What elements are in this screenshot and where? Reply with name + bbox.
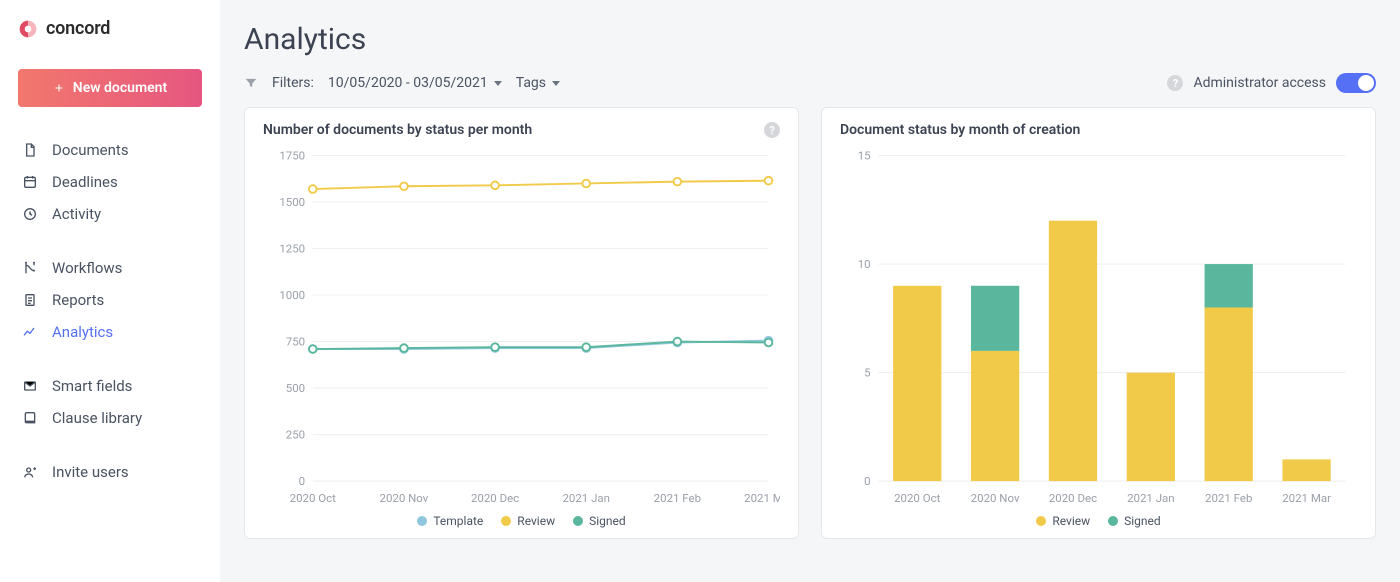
tags-filter[interactable]: Tags [516,75,560,91]
logo-icon [18,19,38,39]
sidebar-item-label: Workflows [52,259,122,277]
admin-label: Administrator access [1193,75,1326,91]
legend-swatch [501,516,511,526]
sidebar: concord New document Documents Deadlines… [0,0,220,582]
chart-line-icon [22,324,38,340]
invite-icon [22,464,38,480]
svg-text:500: 500 [286,381,305,395]
card-status-by-month: Document status by month of creation 0 5 1… [821,107,1376,539]
sidebar-item-deadlines[interactable]: Deadlines [12,167,208,197]
legend-label: Signed [1124,514,1161,528]
card-docs-by-status: Number of documents by status per month … [244,107,799,539]
nav: Documents Deadlines Activity Workflows [12,135,208,507]
smart-fields-icon [22,378,38,394]
sidebar-item-reports[interactable]: Reports [12,285,208,315]
legend-swatch [1036,516,1046,526]
sidebar-item-label: Smart fields [52,377,132,395]
svg-text:5: 5 [864,365,870,379]
legend: Template Review Signed [263,514,780,528]
calendar-icon [22,174,38,190]
sidebar-item-label: Clause library [52,409,142,427]
svg-text:0: 0 [299,474,305,488]
chevron-down-icon [552,81,560,86]
sidebar-item-analytics[interactable]: Analytics [12,317,208,347]
legend-item[interactable]: Signed [573,514,626,528]
svg-text:10: 10 [858,257,871,271]
card-title: Number of documents by status per month [263,122,532,138]
sidebar-item-invite-users[interactable]: Invite users [12,457,208,487]
new-document-button[interactable]: New document [18,69,202,107]
plus-icon [53,82,65,94]
legend-swatch [573,516,583,526]
svg-text:2021 Jan: 2021 Jan [562,491,610,505]
sidebar-item-activity[interactable]: Activity [12,199,208,229]
legend-item[interactable]: Template [417,514,483,528]
page-title: Analytics [244,22,1376,57]
help-icon[interactable]: ? [764,122,780,138]
svg-text:2020 Nov: 2020 Nov [380,491,429,505]
sidebar-item-label: Reports [52,291,104,309]
svg-text:2021 Feb: 2021 Feb [1205,491,1252,505]
svg-text:2021 Feb: 2021 Feb [654,491,701,505]
admin-toggle[interactable] [1336,73,1376,93]
tags-label: Tags [516,75,546,91]
svg-text:0: 0 [864,474,870,488]
admin-access: ? Administrator access [1167,73,1376,93]
line-chart: 0 250 500 750 1000 1250 1500 1750 2020 Oct 2020 N… [263,146,780,510]
sidebar-item-label: Deadlines [52,173,118,191]
clock-icon [22,206,38,222]
svg-text:750: 750 [286,334,305,348]
svg-text:2020 Dec: 2020 Dec [1049,491,1097,505]
svg-text:15: 15 [858,148,871,162]
file-icon [22,142,38,158]
brand-name: concord [46,18,110,39]
sidebar-item-clause-library[interactable]: Clause library [12,403,208,433]
legend-item[interactable]: Signed [1108,514,1161,528]
filter-icon [244,76,258,90]
logo: concord [18,18,208,39]
branch-icon [22,260,38,276]
main: Analytics Filters: 10/05/2020 - 03/05/20… [220,0,1400,582]
sidebar-item-workflows[interactable]: Workflows [12,253,208,283]
svg-text:1750: 1750 [279,148,305,162]
bar-chart: 0 5 10 15 2020 Oct 2020 Nov 2020 Dec 2021 Jan 20… [840,146,1357,510]
sidebar-item-documents[interactable]: Documents [12,135,208,165]
svg-text:2020 Nov: 2020 Nov [971,491,1020,505]
sidebar-item-label: Invite users [52,463,129,481]
library-icon [22,410,38,426]
clipboard-icon [22,292,38,308]
svg-text:2021 Mar: 2021 Mar [744,491,780,505]
svg-text:1250: 1250 [279,241,305,255]
legend-item[interactable]: Review [1036,514,1090,528]
filters-label: Filters: [272,75,314,91]
chevron-down-icon [494,81,502,86]
help-icon[interactable]: ? [1167,75,1183,91]
legend-label: Review [517,514,555,528]
svg-text:1000: 1000 [279,288,305,302]
sidebar-item-label: Activity [52,205,101,223]
svg-text:2020 Oct: 2020 Oct [290,491,337,505]
svg-text:2020 Oct: 2020 Oct [894,491,941,505]
legend-label: Template [433,514,483,528]
sidebar-item-label: Documents [52,141,129,159]
card-title: Document status by month of creation [840,122,1080,138]
svg-text:2021 Mar: 2021 Mar [1282,491,1331,505]
sidebar-item-smart-fields[interactable]: Smart fields [12,371,208,401]
svg-text:250: 250 [286,427,305,441]
legend-swatch [417,516,427,526]
legend-item[interactable]: Review [501,514,555,528]
svg-text:2020 Dec: 2020 Dec [471,491,519,505]
date-range-value: 10/05/2020 - 03/05/2021 [328,75,488,91]
legend-label: Signed [589,514,626,528]
new-document-label: New document [73,80,167,96]
sidebar-item-label: Analytics [52,323,113,341]
legend-label: Review [1052,514,1090,528]
legend: Review Signed [840,514,1357,528]
svg-text:2021 Jan: 2021 Jan [1127,491,1175,505]
toolbar: Filters: 10/05/2020 - 03/05/2021 Tags ? … [244,73,1376,93]
svg-text:1500: 1500 [279,195,305,209]
legend-swatch [1108,516,1118,526]
date-range-filter[interactable]: 10/05/2020 - 03/05/2021 [328,75,502,91]
